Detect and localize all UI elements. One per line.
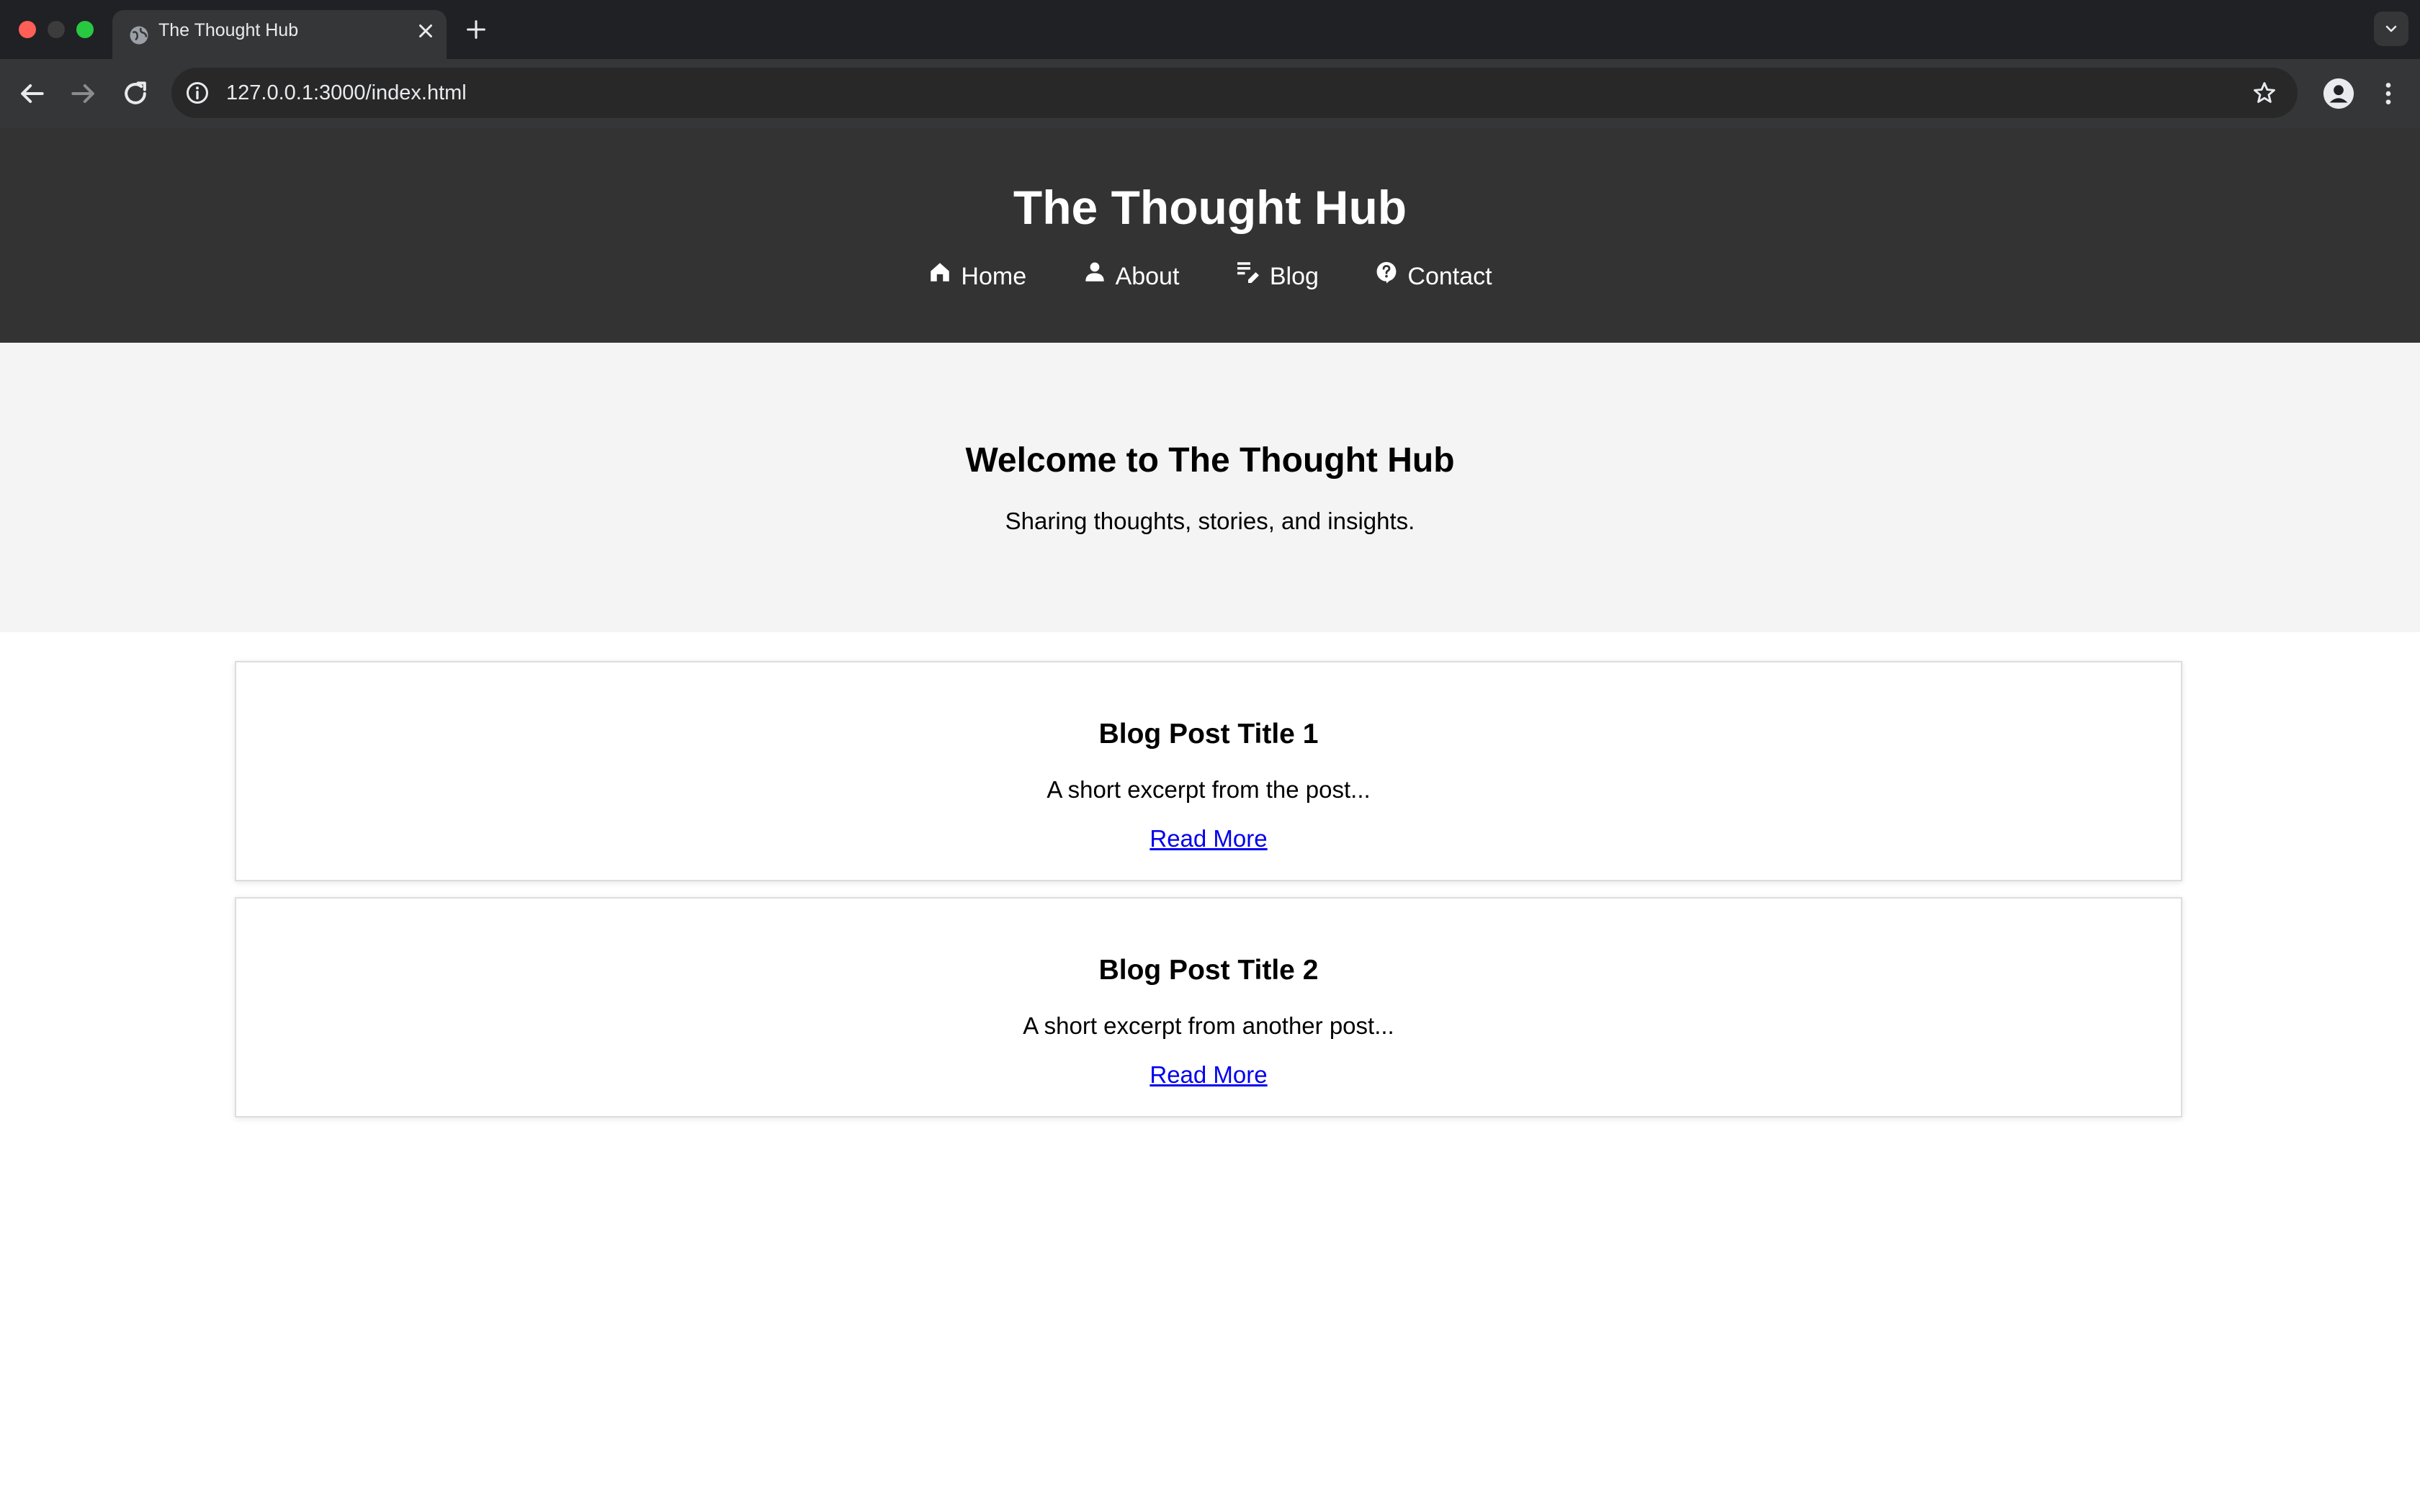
forward-arrow-icon[interactable] (68, 78, 99, 109)
nav-item-home[interactable]: Home (928, 261, 1026, 292)
bookmark-star-icon[interactable] (2251, 80, 2277, 106)
minimize-window-button[interactable] (48, 21, 65, 38)
nav-label-contact: Contact (1407, 263, 1492, 290)
site-header: The Thought Hub Home About Blog Contact (0, 128, 2420, 343)
new-tab-icon[interactable] (464, 17, 488, 42)
tab-title: The Thought Hub (158, 20, 299, 40)
more-vertical-icon[interactable] (2374, 77, 2403, 110)
tab-search-button[interactable] (2374, 12, 2408, 46)
url-text[interactable]: 127.0.0.1:3000/index.html (226, 68, 467, 118)
nav-item-blog[interactable]: Blog (1235, 261, 1319, 292)
post-excerpt: A short excerpt from the post... (1047, 776, 1371, 803)
home-icon (931, 263, 950, 282)
info-icon[interactable] (184, 80, 210, 106)
help-bubble-icon (1376, 261, 1397, 284)
reload-icon[interactable] (120, 78, 151, 109)
browser-tab[interactable]: The Thought Hub (112, 10, 447, 59)
blog-post-card: Blog Post Title 1 A short excerpt from t… (235, 661, 2182, 881)
nav-label-about: About (1115, 263, 1180, 290)
person-icon (1085, 262, 1104, 282)
nav-item-about[interactable]: About (1083, 261, 1180, 292)
site-title: The Thought Hub (1013, 181, 1407, 234)
main-nav: Home About Blog Contact (0, 261, 2420, 292)
maximize-window-button[interactable] (76, 21, 94, 38)
hero-section: Welcome to The Thought Hub Sharing thoug… (0, 343, 2420, 632)
read-more-link[interactable]: Read More (1150, 825, 1267, 852)
close-tab-icon[interactable] (415, 20, 436, 42)
hero-subtitle: Sharing thoughts, stories, and insights. (1005, 508, 1415, 534)
post-title: Blog Post Title 2 (1098, 955, 1319, 986)
post-title: Blog Post Title 1 (1098, 719, 1319, 750)
close-window-button[interactable] (19, 21, 36, 38)
profile-icon[interactable] (2322, 77, 2355, 110)
chevron-down-icon (2385, 25, 2397, 32)
nav-label-blog: Blog (1269, 263, 1319, 290)
back-arrow-icon[interactable] (16, 78, 48, 109)
hero-title: Welcome to The Thought Hub (965, 441, 1455, 480)
blog-post-card: Blog Post Title 2 A short excerpt from a… (235, 897, 2182, 1117)
browser-toolbar: 127.0.0.1:3000/index.html (0, 59, 2420, 128)
post-excerpt: A short excerpt from another post... (1023, 1012, 1394, 1039)
nav-item-contact[interactable]: Contact (1374, 261, 1492, 292)
nav-label-home: Home (961, 263, 1027, 290)
edit-list-icon (1237, 262, 1259, 283)
address-bar[interactable]: 127.0.0.1:3000/index.html (171, 68, 2298, 118)
globe-icon (130, 26, 148, 45)
browser-tab-bar: The Thought Hub (0, 0, 2420, 59)
read-more-link[interactable]: Read More (1150, 1061, 1267, 1088)
